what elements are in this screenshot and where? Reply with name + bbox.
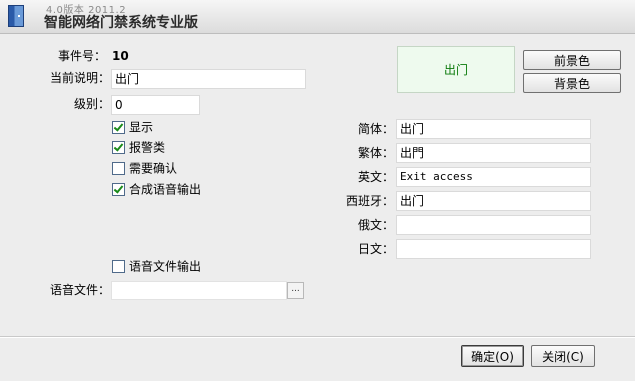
background-color-button[interactable]: 背景色 bbox=[523, 73, 621, 93]
japanese-label: 日文： bbox=[357, 242, 394, 256]
checkbox-voice-synthesis-box[interactable] bbox=[112, 183, 125, 196]
english-input[interactable]: Exit access bbox=[396, 167, 591, 187]
title-bar[interactable]: 4.0版本 2011.2 智能网络门禁系统专业版 bbox=[0, 0, 635, 34]
simplified-input[interactable]: 出门 bbox=[396, 119, 591, 139]
checkbox-need-confirm-box[interactable] bbox=[112, 162, 125, 175]
checkbox-alarm-label: 报警类 bbox=[129, 140, 166, 155]
spanish-input[interactable]: 出门 bbox=[396, 191, 591, 211]
browse-button[interactable]: ... bbox=[287, 282, 304, 299]
checkbox-show-box[interactable] bbox=[112, 121, 125, 134]
description-input[interactable]: 出门 bbox=[111, 69, 306, 89]
simplified-label: 简体： bbox=[357, 122, 394, 136]
checkbox-voice-file-output-label: 语音文件输出 bbox=[129, 259, 202, 274]
voice-file-input[interactable] bbox=[111, 281, 287, 300]
description-label: 当前说明： bbox=[49, 71, 110, 85]
door-icon bbox=[8, 5, 24, 27]
spanish-label: 西班牙： bbox=[345, 194, 394, 208]
event-no-value: 10 bbox=[112, 49, 129, 63]
voice-file-label: 语音文件： bbox=[49, 283, 110, 297]
foreground-color-button[interactable]: 前景色 bbox=[523, 50, 621, 70]
checkbox-alarm-box[interactable] bbox=[112, 141, 125, 154]
traditional-label: 繁体： bbox=[357, 146, 394, 160]
checkbox-alarm[interactable]: 报警类 bbox=[112, 138, 165, 156]
checkbox-show[interactable]: 显示 bbox=[112, 118, 153, 136]
checkbox-voice-synthesis[interactable]: 合成语音输出 bbox=[112, 180, 201, 198]
event-no-label: 事件号： bbox=[57, 49, 106, 63]
russian-input[interactable] bbox=[396, 215, 591, 235]
color-preview: 出门 bbox=[397, 46, 515, 93]
english-label: 英文： bbox=[357, 170, 394, 184]
level-label: 级别： bbox=[73, 97, 110, 111]
close-button[interactable]: 关闭(C) bbox=[531, 345, 595, 367]
level-input[interactable]: 0 bbox=[111, 95, 200, 115]
app-title: 智能网络门禁系统专业版 bbox=[44, 15, 198, 31]
ok-button[interactable]: 确定(O) bbox=[461, 345, 524, 367]
checkbox-need-confirm-label: 需要确认 bbox=[129, 161, 178, 176]
checkbox-need-confirm[interactable]: 需要确认 bbox=[112, 159, 177, 177]
checkbox-voice-file-output[interactable]: 语音文件输出 bbox=[112, 257, 201, 275]
checkbox-show-label: 显示 bbox=[129, 120, 154, 135]
russian-label: 俄文： bbox=[357, 218, 394, 232]
footer-separator bbox=[0, 336, 635, 338]
checkbox-voice-synthesis-label: 合成语音输出 bbox=[129, 182, 202, 197]
japanese-input[interactable] bbox=[396, 239, 591, 259]
dialog-window: 4.0版本 2011.2 智能网络门禁系统专业版 事件号： 10 当前说明： 出… bbox=[0, 0, 635, 381]
checkbox-voice-file-output-box[interactable] bbox=[112, 260, 125, 273]
traditional-input[interactable]: 出門 bbox=[396, 143, 591, 163]
